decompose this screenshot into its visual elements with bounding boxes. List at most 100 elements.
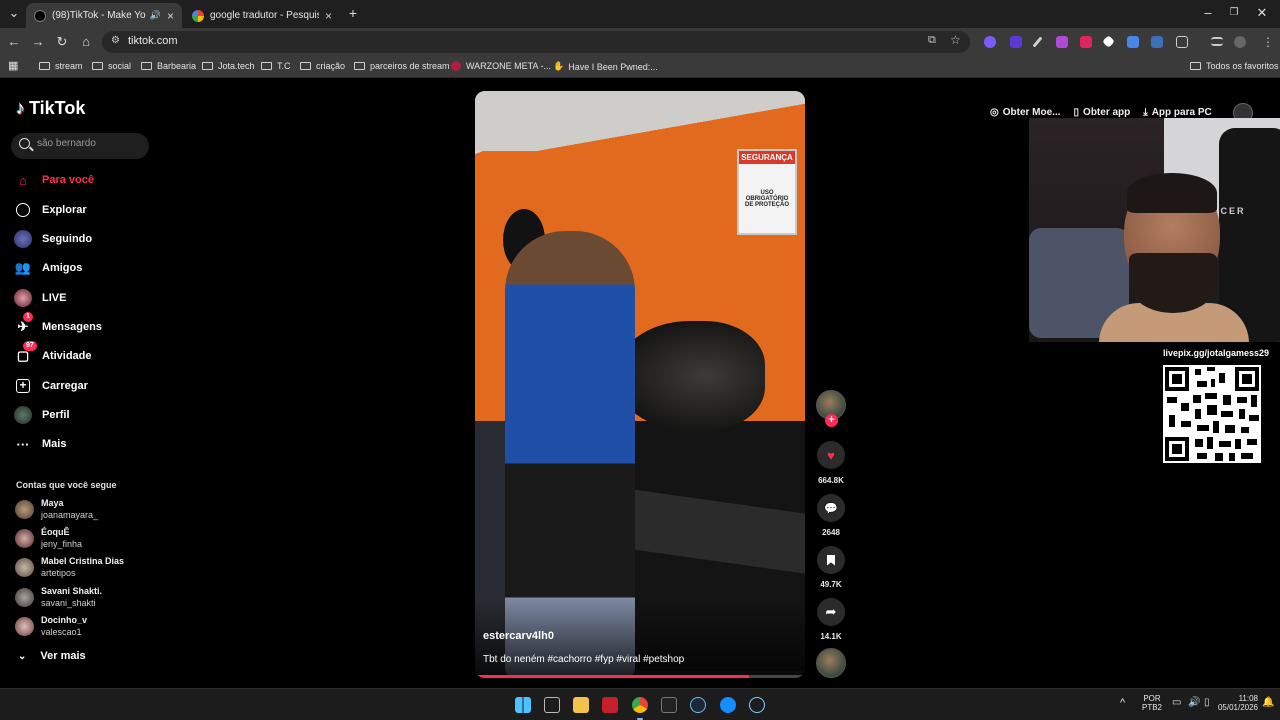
tray-overflow-icon[interactable]: ^ <box>1120 697 1125 709</box>
bookmark-folder[interactable]: social <box>92 61 131 71</box>
close-tab-icon[interactable]: × <box>325 9 332 23</box>
nav-live[interactable]: LIVE <box>14 287 154 309</box>
nav-mais[interactable]: ··· Mais <box>14 433 154 455</box>
reload-icon[interactable]: ↻ <box>54 34 70 50</box>
site-info-icon[interactable]: ⚙ <box>111 35 120 46</box>
activity-icon: ▢ 97 <box>14 341 37 365</box>
extension-pink-icon[interactable] <box>1056 36 1068 48</box>
speaker-icon[interactable]: 🔊 <box>150 10 161 21</box>
bookmark-folder[interactable]: T.C <box>261 61 291 71</box>
music-disc-icon[interactable] <box>816 648 846 678</box>
battlenet-icon[interactable] <box>720 697 736 713</box>
nav-label: LIVE <box>42 292 67 304</box>
nav-label: Perfil <box>42 409 70 421</box>
account-item[interactable]: Docinho_v valescao1 <box>15 615 155 641</box>
bookmark-folder[interactable]: stream <box>39 61 83 71</box>
home-browser-icon[interactable]: ⌂ <box>78 34 94 50</box>
video-player[interactable]: SEGURANÇA USO OBRIGATÓRIO DE PROTEÇÃO es… <box>475 91 805 678</box>
search-app-icon[interactable] <box>749 697 765 713</box>
pc-app-link[interactable]: ⤓ App para PC <box>1143 107 1211 118</box>
video-author[interactable]: estercarv4lh0 <box>483 630 554 642</box>
steam-icon[interactable] <box>690 697 706 713</box>
new-tab-button[interactable]: + <box>345 5 361 21</box>
get-coins-link[interactable]: ◎ Obter Moe... <box>990 107 1061 118</box>
link-label: App para PC <box>1151 106 1212 118</box>
extension-download-icon[interactable] <box>1151 36 1163 48</box>
download-icon: ⤓ <box>1143 106 1148 118</box>
nav-perfil[interactable]: Perfil <box>14 404 154 426</box>
bookmark-folder[interactable]: criação <box>300 61 345 71</box>
following-avatar-icon <box>14 230 32 248</box>
bookmark-folder[interactable]: Barbearia <box>141 61 196 71</box>
nav-carregar[interactable]: + Carregar <box>14 375 154 397</box>
tab-tiktok[interactable]: (98)TikTok - Make Your Day 🔊 × <box>26 3 182 28</box>
search-icon[interactable] <box>19 138 30 149</box>
install-app-icon[interactable]: ⧉ <box>928 34 936 47</box>
bookmark-star-icon[interactable]: ☆ <box>950 33 961 47</box>
apps-grid-icon[interactable]: ▦ <box>8 59 18 72</box>
nav-para-voce[interactable]: ⌂ Para você <box>14 169 154 191</box>
extension-red-icon[interactable] <box>1080 36 1092 48</box>
tiktok-logo[interactable]: ♪ TikTok <box>16 98 85 119</box>
tiktok-note-icon: ♪ <box>16 98 25 118</box>
network-icon[interactable]: ▭ <box>1172 697 1181 708</box>
bookmark-icon <box>827 554 835 566</box>
extension-purple-icon[interactable] <box>1010 36 1022 48</box>
language-indicator[interactable]: POR PTB2 <box>1140 694 1164 712</box>
like-button[interactable]: ♥ <box>817 441 845 469</box>
minimize-icon[interactable]: – <box>1200 5 1216 21</box>
bookmark-link[interactable]: ✋ Have I Been Pwned:... <box>553 61 658 72</box>
tab-google-tradutor[interactable]: google tradutor - Pesquisa Goo × <box>184 3 340 28</box>
nav-amigos[interactable]: 👥 Amigos <box>14 257 154 279</box>
account-item[interactable]: Mabel Cristina Dias artetipos <box>15 556 155 582</box>
bookmark-label: Have I Been Pwned:... <box>568 61 658 72</box>
get-app-link[interactable]: ▯ Obter app <box>1074 107 1131 118</box>
avatar <box>15 558 34 577</box>
address-bar[interactable]: ⚙ tiktok.com ⧉ ☆ <box>102 31 970 53</box>
share-button[interactable]: ➦ <box>817 598 845 626</box>
nav-label: Carregar <box>42 380 88 392</box>
see-more-button[interactable]: ⌄ Ver mais <box>18 650 86 662</box>
profile-browser-icon[interactable] <box>1234 36 1246 48</box>
forward-icon[interactable]: → <box>30 34 46 50</box>
bookmark-folder[interactable]: parceiros de stream <box>354 61 450 71</box>
lightning-app-icon[interactable] <box>602 697 618 713</box>
search-input[interactable] <box>37 138 147 149</box>
windows-start-icon[interactable] <box>515 697 531 713</box>
restore-icon[interactable]: ❐ <box>1226 5 1242 21</box>
extension-translate-icon[interactable] <box>1127 36 1139 48</box>
follow-plus-icon[interactable]: + <box>825 414 838 427</box>
close-window-icon[interactable]: ✕ <box>1254 5 1270 21</box>
account-item[interactable]: Maya joanamayara_ <box>15 498 155 524</box>
extensions-puzzle-icon[interactable] <box>1176 36 1188 48</box>
bookmark-link[interactable]: WARZONE META -... <box>451 61 551 71</box>
volume-icon[interactable]: 🔊 <box>1188 697 1200 708</box>
back-icon[interactable]: ← <box>6 34 22 50</box>
tab-search-icon[interactable]: ⌄ <box>6 5 22 21</box>
nav-seguindo[interactable]: Seguindo <box>14 228 154 250</box>
nav-explorar[interactable]: Explorar <box>14 199 154 221</box>
browser-menu-icon[interactable]: ⋮ <box>1262 36 1274 48</box>
account-item[interactable]: ÉoquÊ jeny_finha <box>15 527 155 553</box>
nav-atividade[interactable]: ▢ 97 Atividade <box>14 341 154 367</box>
bookmark-folder[interactable]: Jota.tech <box>202 61 255 71</box>
epic-games-icon[interactable] <box>661 697 677 713</box>
search-bar[interactable] <box>11 133 149 159</box>
live-icon <box>14 289 32 307</box>
save-button[interactable] <box>817 546 845 574</box>
bookmark-label: stream <box>55 61 83 71</box>
clock-time: 11:08 <box>1238 694 1258 703</box>
file-explorer-icon[interactable] <box>573 697 589 713</box>
notifications-icon[interactable]: 🔔 <box>1262 697 1274 708</box>
close-tab-icon[interactable]: × <box>167 9 174 23</box>
extension-gear-icon[interactable] <box>984 36 996 48</box>
reading-list-icon[interactable] <box>1211 37 1223 46</box>
chrome-icon[interactable] <box>632 697 648 720</box>
comment-button[interactable]: 💬 <box>817 494 845 522</box>
task-view-icon[interactable] <box>544 697 560 713</box>
nav-mensagens[interactable]: ✈ 1 Mensagens <box>14 312 154 338</box>
account-item[interactable]: Savani Shakti. savani_shakti <box>15 586 155 612</box>
all-favorites-folder[interactable]: Todos os favoritos <box>1190 61 1279 71</box>
bookmark-label: T.C <box>277 61 291 71</box>
clock[interactable]: 11:08 05/01/2026 <box>1206 694 1258 712</box>
